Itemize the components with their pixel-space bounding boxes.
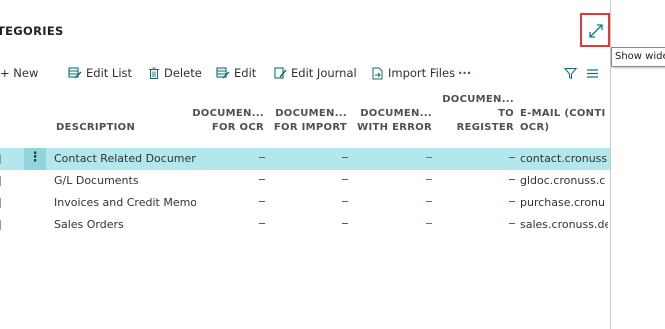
filter-icon [564, 67, 577, 79]
with-error-cell[interactable] [426, 201, 432, 202]
column-documents-with-error[interactable]: DOCUMEN... WITH ERROR [352, 107, 432, 135]
to-register-cell[interactable] [509, 157, 515, 158]
delete-button[interactable]: Delete [148, 62, 202, 84]
for-ocr-cell[interactable] [259, 223, 265, 224]
row-edge-marker [0, 154, 1, 164]
column-with-error-line1: DOCUMEN... [360, 108, 432, 119]
for-import-cell[interactable] [342, 157, 348, 158]
table-row[interactable]: Sales Orders sales.cronuss.de [0, 214, 610, 236]
to-register-cell[interactable] [509, 179, 515, 180]
description-cell[interactable]: Invoices and Credit Memos [54, 192, 196, 214]
filter-button[interactable] [564, 62, 581, 84]
page-panel: TEGORIES + New Edit List Delete Edit Edi… [0, 0, 611, 329]
for-import-cell[interactable] [342, 179, 348, 180]
email-cell[interactable]: purchase.cronu [520, 192, 608, 214]
description-cell[interactable]: Sales Orders [54, 214, 196, 236]
trash-icon [149, 67, 159, 79]
description-cell[interactable]: G/L Documents [54, 170, 196, 192]
column-for-import-line2: FOR IMPORT [273, 122, 347, 133]
for-import-cell[interactable] [342, 223, 348, 224]
column-with-error-line2: WITH ERROR [357, 122, 432, 133]
show-wide-button[interactable] [580, 13, 610, 47]
edit-list-button[interactable]: Edit List [68, 62, 132, 84]
column-description-label: DESCRIPTION [56, 122, 136, 133]
import-files-button[interactable]: Import Files [371, 62, 455, 84]
edit-journal-icon [274, 67, 287, 79]
edit-journal-label: Edit Journal [291, 66, 357, 80]
for-import-cell[interactable] [342, 201, 348, 202]
more-options-button[interactable]: ··· [458, 62, 471, 84]
list-view-button[interactable] [586, 62, 603, 84]
email-cell[interactable]: contact.cronuss [520, 148, 608, 170]
edit-label: Edit [234, 66, 257, 80]
column-for-ocr-line2: FOR OCR [211, 122, 264, 133]
with-error-cell[interactable] [426, 179, 432, 180]
column-to-register-line1: DOCUMEN... [442, 94, 514, 105]
for-ocr-cell[interactable] [259, 201, 265, 202]
table-row[interactable]: G/L Documents gldoc.cronuss.c [0, 170, 610, 192]
column-documents-to-register[interactable]: DOCUMEN... TO REGISTER [434, 93, 514, 135]
column-email-line1: E-MAIL (CONTI [520, 108, 606, 119]
delete-label: Delete [164, 66, 202, 80]
row-menu-button[interactable]: ⋮ [24, 148, 46, 170]
column-description[interactable]: DESCRIPTION [56, 121, 135, 135]
for-ocr-cell[interactable] [259, 157, 265, 158]
import-files-label: Import Files [388, 66, 456, 80]
new-button[interactable]: + New [0, 62, 38, 84]
more-options-label: ··· [458, 66, 472, 80]
grid-header: DESCRIPTION DOCUMEN... FOR OCR DOCUMEN..… [0, 92, 610, 144]
column-to-register-line2: TO [498, 108, 514, 119]
row-edge-marker [0, 220, 1, 230]
edit-button[interactable]: Edit [216, 62, 256, 84]
show-wide-tooltip: Show wide [611, 47, 665, 67]
column-to-register-line3: REGISTER [456, 122, 514, 133]
column-for-import-line1: DOCUMEN... [275, 108, 347, 119]
column-for-ocr-line1: DOCUMEN... [192, 108, 264, 119]
edit-list-label: Edit List [86, 66, 133, 80]
new-label: + New [0, 66, 39, 80]
email-cell[interactable]: gldoc.cronuss.c [520, 170, 608, 192]
expand-diagonal-icon [589, 24, 603, 38]
with-error-cell[interactable] [426, 157, 432, 158]
column-documents-for-ocr[interactable]: DOCUMEN... FOR OCR [186, 107, 264, 135]
table-row[interactable]: Invoices and Credit Memos purchase.cronu [0, 192, 610, 214]
to-register-cell[interactable] [509, 201, 515, 202]
description-cell[interactable]: Contact Related Documents [54, 148, 196, 170]
column-email-line2: OCR) [520, 122, 550, 133]
column-email[interactable]: E-MAIL (CONTI OCR) [520, 107, 608, 135]
to-register-cell[interactable] [509, 223, 515, 224]
email-cell[interactable]: sales.cronuss.de [520, 214, 608, 236]
page-title: TEGORIES [0, 24, 64, 38]
row-edge-marker [0, 176, 1, 186]
for-ocr-cell[interactable] [259, 179, 265, 180]
with-error-cell[interactable] [426, 223, 432, 224]
edit-list-icon [68, 67, 82, 79]
edit-journal-button[interactable]: Edit Journal [274, 62, 357, 84]
import-file-icon [372, 67, 383, 79]
column-documents-for-import[interactable]: DOCUMEN... FOR IMPORT [271, 107, 347, 135]
action-bar: + New Edit List Delete Edit Edit Journal… [0, 62, 610, 84]
row-edge-marker [0, 198, 1, 208]
edit-icon [216, 67, 230, 79]
list-view-icon [587, 68, 598, 78]
table-row[interactable]: ⋮ Contact Related Documents contact.cron… [0, 148, 610, 170]
